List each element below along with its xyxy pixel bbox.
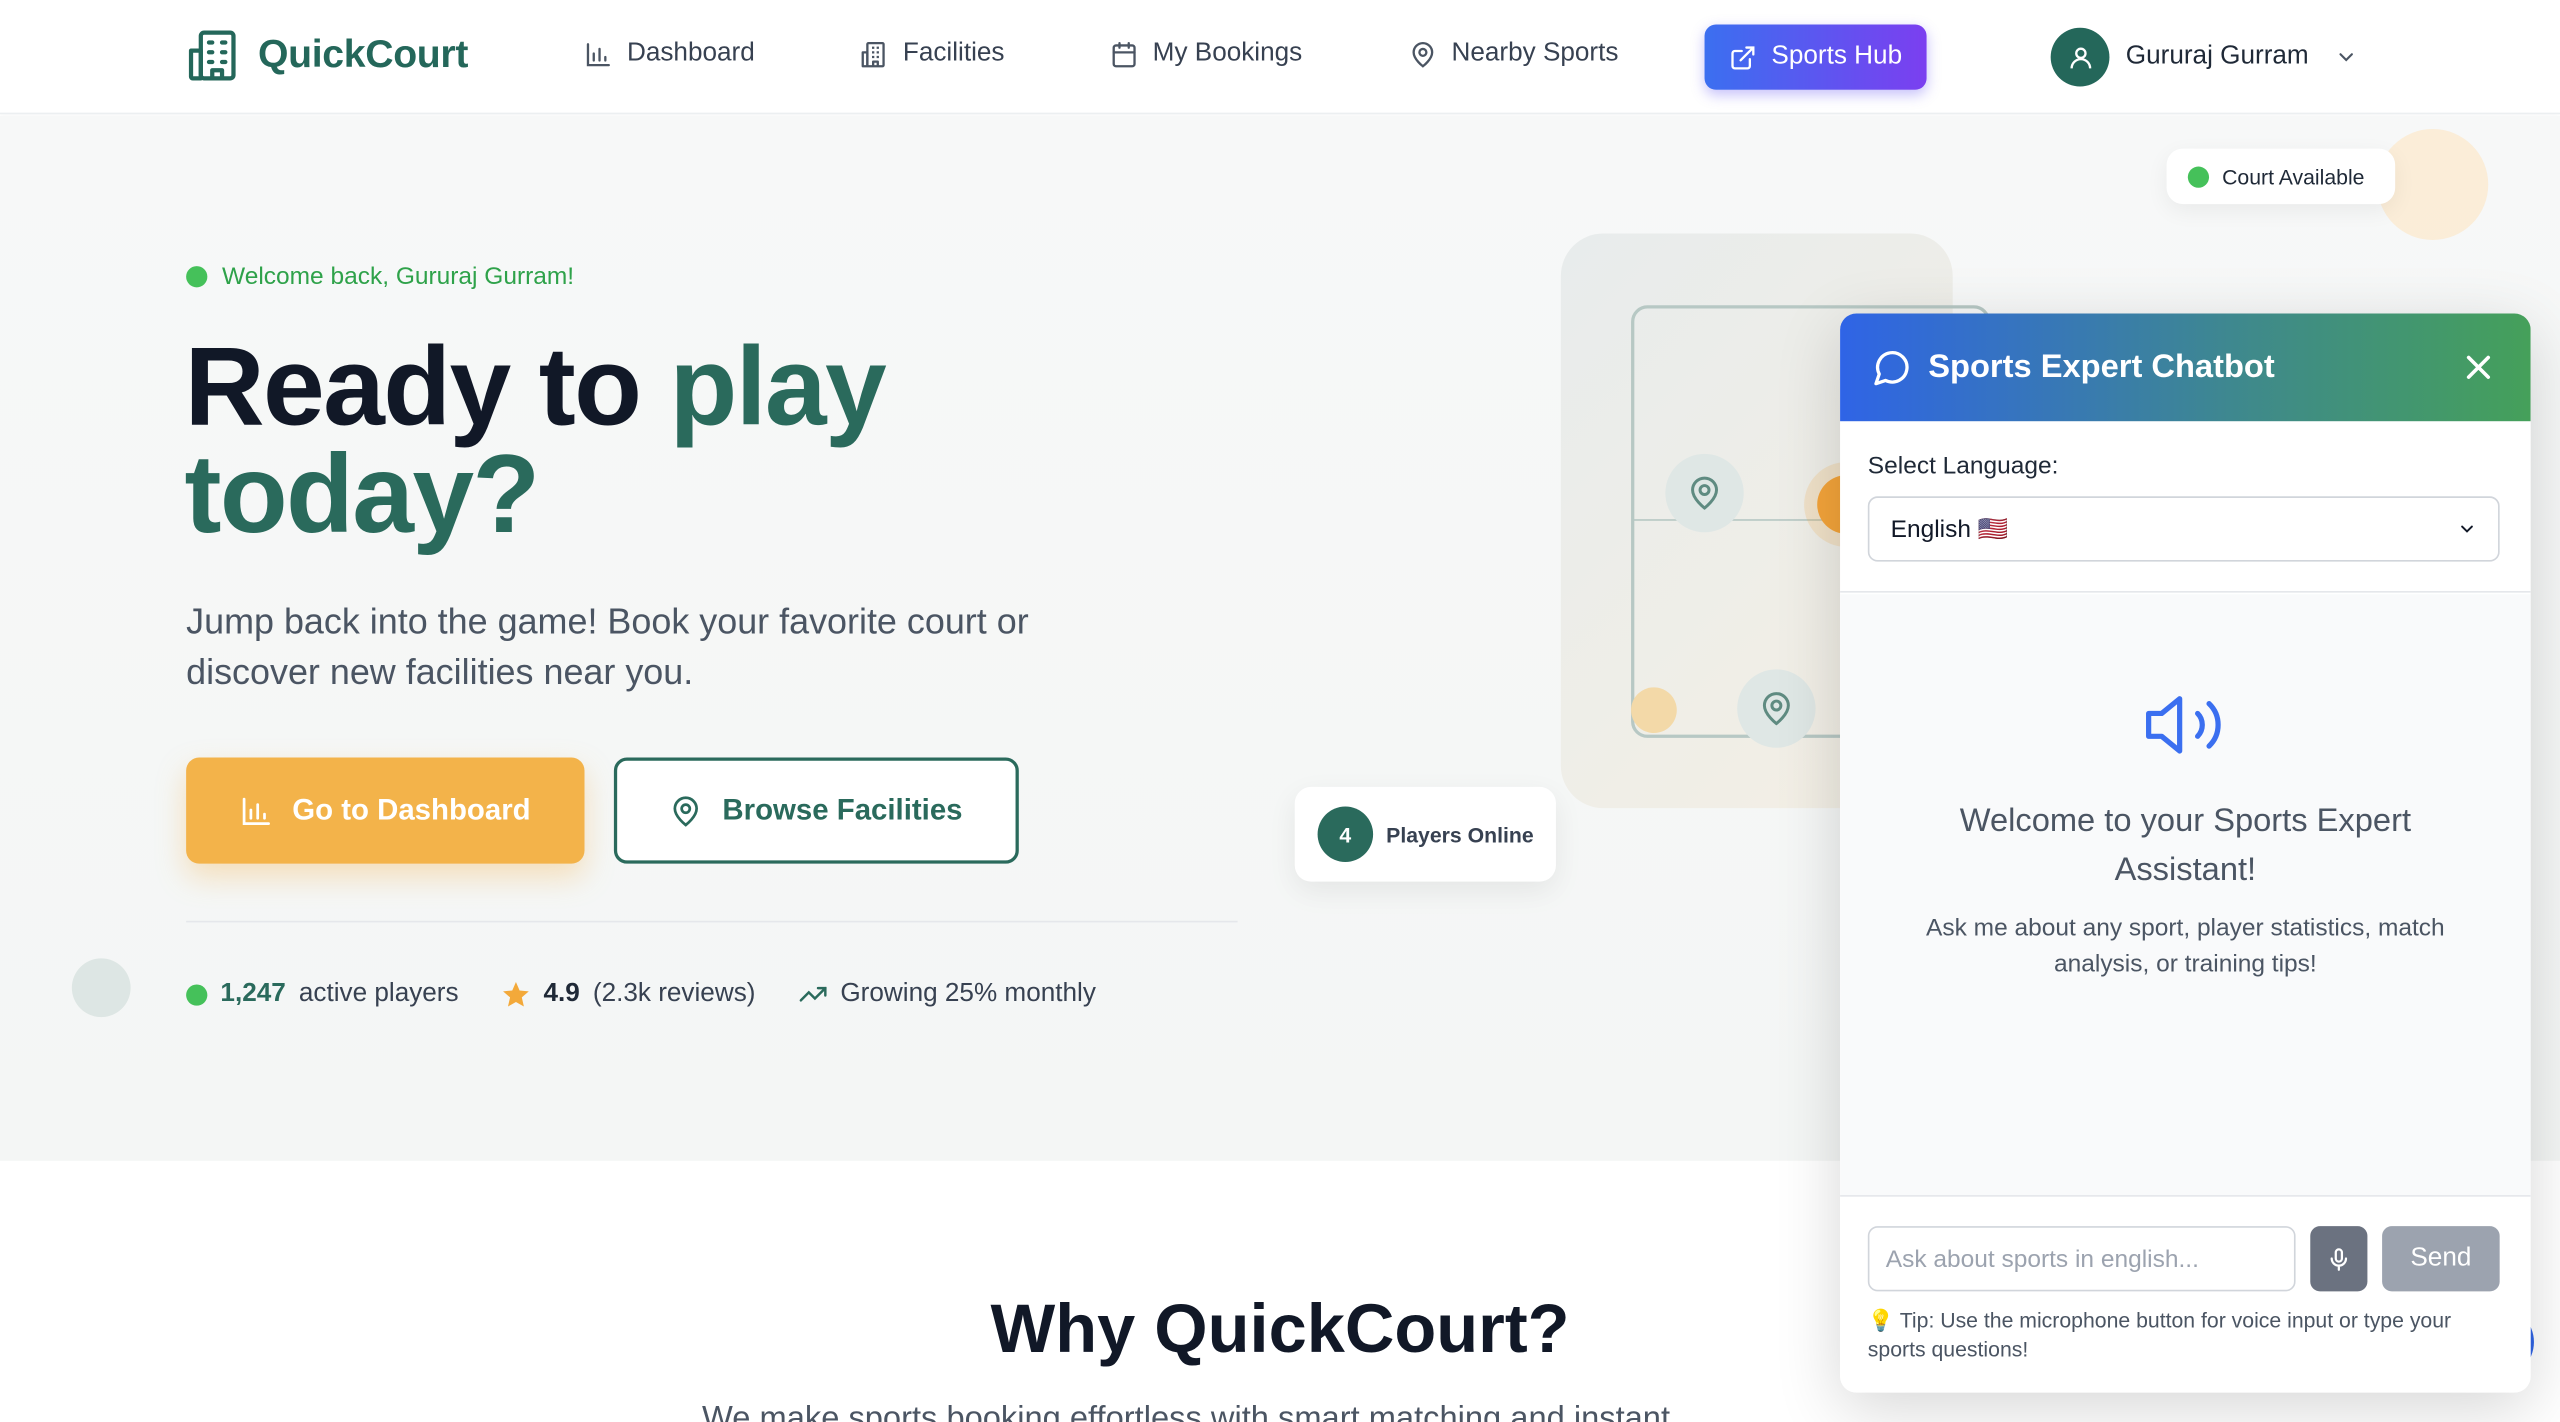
nav-item-dashboard[interactable]: Dashboard — [585, 39, 755, 68]
language-selector-area: Select Language: English 🇺🇸 — [1840, 421, 2531, 593]
headline-accent: play — [669, 324, 887, 449]
players-online-label: Players Online — [1386, 822, 1534, 847]
sports-hub-button[interactable]: Sports Hub — [1704, 24, 1927, 90]
chatbot-help-text: Ask me about any sport, player statistic… — [1926, 914, 2445, 978]
hero-subtext: Jump back into the game! Book your favor… — [186, 600, 1029, 693]
chatbot-input-area: Ask about sports in english... Send 💡 Ti… — [1840, 1195, 2531, 1393]
avatar — [2050, 27, 2110, 87]
court-pin-marker — [1665, 453, 1744, 533]
stat-growth: Growing 25% monthly — [798, 980, 1096, 1009]
players-online-card: 4 Players Online — [1294, 786, 1556, 882]
language-selected-value: English 🇺🇸 — [1890, 515, 2009, 544]
sports-hub-label: Sports Hub — [1771, 42, 1903, 71]
nav-item-my-bookings[interactable]: My Bookings — [1110, 39, 1302, 68]
chatbot-messages: Welcome to your Sports Expert Assistant!… — [1840, 594, 2531, 1196]
active-players-count: 1,247 — [220, 979, 286, 1008]
microphone-button[interactable] — [2310, 1226, 2368, 1292]
growth-text: Growing 25% monthly — [840, 979, 1096, 1008]
building-logo-icon — [188, 30, 236, 81]
court-available-badge: Court Available — [2166, 148, 2396, 205]
decorative-circle — [71, 958, 131, 1018]
chevron-down-icon — [2339, 53, 2354, 62]
players-online-count: 4 — [1317, 806, 1374, 863]
hero-stats: 1,247 active players 4.9 (2.3k reviews) … — [186, 980, 1096, 1009]
chatbot-panel: Sports Expert Chatbot Select Language: E… — [1840, 313, 2531, 1393]
headline-part-1: Ready to — [184, 324, 670, 449]
welcome-text: Welcome back, Gururaj Gurram! — [222, 262, 575, 291]
chat-message-input[interactable]: Ask about sports in english... — [1867, 1226, 2296, 1292]
chevron-down-icon — [2461, 525, 2473, 533]
map-pin-icon — [1691, 476, 1719, 510]
online-dot-icon — [2187, 165, 2210, 187]
nav-item-label: Nearby Sports — [1451, 39, 1619, 67]
browse-facilities-button[interactable]: Browse Facilities — [613, 757, 1019, 864]
nav-item-label: Facilities — [902, 39, 1005, 67]
stat-rating: 4.9 (2.3k reviews) — [501, 980, 755, 1009]
user-name: Gururaj Gurram — [2125, 42, 2309, 71]
chat-bubble-icon — [1874, 351, 1909, 386]
online-dot-icon — [186, 266, 208, 288]
user-menu[interactable]: Gururaj Gurram — [2050, 27, 2358, 87]
decorative-ball — [1631, 687, 1677, 734]
language-select[interactable]: English 🇺🇸 — [1867, 496, 2500, 562]
hero-headline: Ready to play today? — [184, 331, 886, 550]
court-available-text: Court Available — [2222, 164, 2365, 189]
go-to-dashboard-label: Go to Dashboard — [292, 793, 531, 827]
star-icon — [502, 982, 529, 1007]
nav-item-label: Dashboard — [626, 39, 755, 67]
map-pin-icon — [1762, 692, 1790, 726]
chatbot-title: Sports Expert Chatbot — [1928, 348, 2275, 385]
divider — [186, 920, 1238, 923]
brand-logo[interactable]: QuickCourt — [186, 28, 468, 84]
speaker-volume-icon — [2146, 696, 2221, 754]
chatbot-tip: 💡 Tip: Use the microphone button for voi… — [1867, 1307, 2452, 1362]
headline-part-2: today? — [184, 432, 540, 557]
language-label: Select Language: — [1867, 452, 2059, 480]
map-pin-icon — [1412, 41, 1434, 67]
go-to-dashboard-button[interactable]: Go to Dashboard — [186, 757, 585, 864]
chatbot-header: Sports Expert Chatbot — [1840, 313, 2531, 422]
close-icon[interactable] — [2459, 348, 2498, 387]
court-pin-marker — [1737, 669, 1816, 748]
top-navbar: QuickCourt Dashboard Facilities My Booki… — [0, 0, 2560, 115]
active-players-label: active players — [298, 979, 459, 1008]
online-dot-icon — [186, 983, 208, 1005]
map-pin-icon — [674, 795, 699, 826]
nav-item-label: My Bookings — [1152, 39, 1303, 67]
microphone-icon — [2330, 1247, 2348, 1271]
page: QuickCourt Dashboard Facilities My Booki… — [0, 0, 2560, 1422]
bar-chart-icon — [586, 42, 610, 66]
chatbot-welcome-text: Welcome to your Sports Expert Assistant! — [1959, 803, 2412, 889]
welcome-message: Welcome back, Gururaj Gurram! — [186, 263, 574, 291]
building-icon — [861, 41, 885, 67]
bar-chart-icon — [242, 796, 270, 825]
trending-up-icon — [799, 986, 827, 1002]
brand-name: QuickCourt — [257, 32, 469, 77]
send-button[interactable]: Send — [2382, 1226, 2500, 1292]
calendar-icon — [1112, 41, 1136, 67]
browse-facilities-label: Browse Facilities — [722, 793, 963, 827]
nav-item-facilities[interactable]: Facilities — [860, 39, 1004, 68]
stat-active-players: 1,247 active players — [186, 979, 459, 1009]
user-icon — [2069, 46, 2091, 68]
external-link-icon — [1731, 45, 1755, 69]
rating-value: 4.9 — [543, 979, 580, 1008]
reviews-count: (2.3k reviews) — [592, 979, 756, 1008]
section-subtitle: We make sports booking effortless with s… — [702, 1400, 1671, 1422]
nav-item-nearby-sports[interactable]: Nearby Sports — [1409, 39, 1618, 68]
